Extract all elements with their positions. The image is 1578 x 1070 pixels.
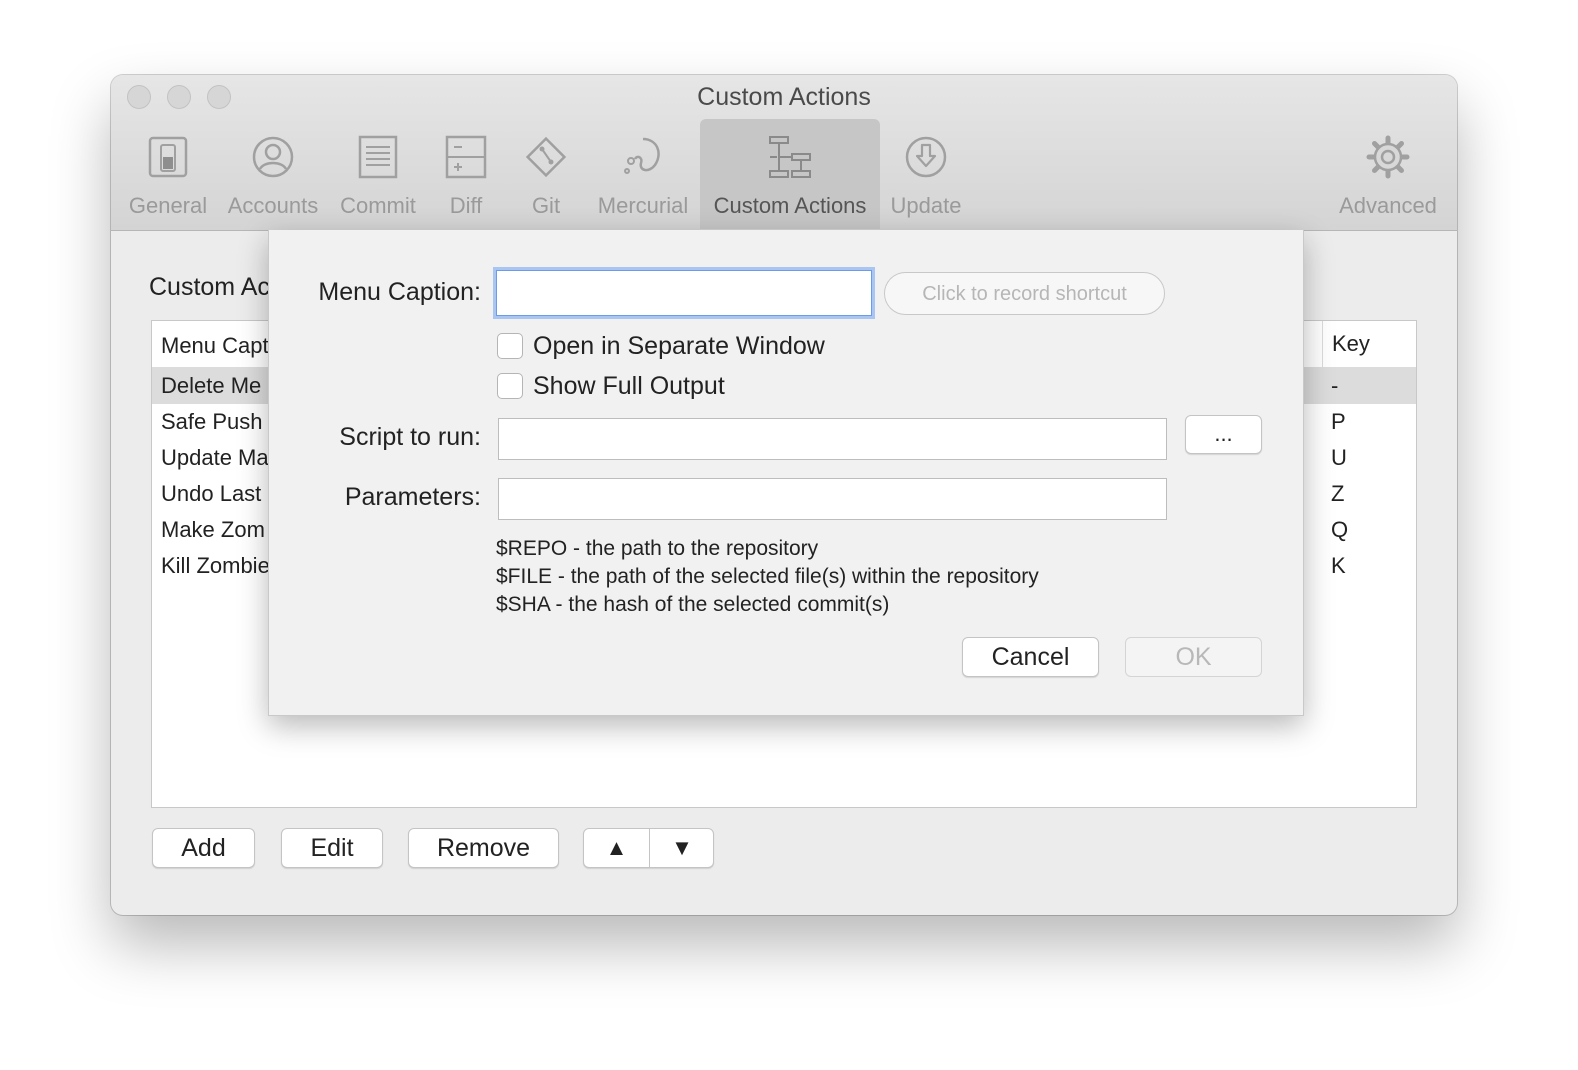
row-key: U bbox=[1331, 445, 1347, 470]
document-icon bbox=[358, 135, 398, 179]
tab-advanced[interactable]: Advanced bbox=[1333, 119, 1443, 229]
edit-button[interactable]: Edit bbox=[281, 828, 383, 868]
record-shortcut-button[interactable]: Click to record shortcut bbox=[884, 272, 1165, 315]
menu-caption-label: Menu Caption: bbox=[318, 278, 481, 306]
row-key: K bbox=[1331, 553, 1346, 578]
tab-accounts[interactable]: Accounts bbox=[223, 119, 323, 229]
cancel-button[interactable]: Cancel bbox=[962, 637, 1099, 677]
reorder-segmented-control: ▲ ▼ bbox=[583, 828, 714, 868]
menu-caption-input[interactable] bbox=[496, 270, 872, 316]
parameters-label: Parameters: bbox=[344, 483, 481, 511]
help-text-file: $FILE - the path of the selected file(s)… bbox=[496, 565, 1039, 588]
gear-icon bbox=[1366, 135, 1410, 179]
git-icon bbox=[525, 136, 567, 178]
move-down-button[interactable]: ▼ bbox=[650, 829, 714, 867]
ok-button[interactable]: OK bbox=[1125, 637, 1262, 677]
section-title: Custom Ac bbox=[149, 273, 270, 301]
tab-commit[interactable]: Commit bbox=[333, 119, 423, 229]
row-key: - bbox=[1331, 373, 1339, 398]
row-caption: Make Zom bbox=[161, 517, 265, 542]
tab-mercurial[interactable]: Mercurial bbox=[591, 119, 695, 229]
help-text-repo: $REPO - the path to the repository bbox=[496, 537, 819, 560]
hierarchy-icon bbox=[769, 136, 811, 178]
column-header-key[interactable]: Key bbox=[1322, 321, 1370, 367]
user-icon bbox=[252, 136, 294, 178]
script-to-run-label: Script to run: bbox=[339, 423, 481, 451]
row-caption: Undo Last bbox=[161, 481, 262, 506]
script-path-input[interactable] bbox=[498, 418, 1167, 460]
open-separate-window-label[interactable]: Open in Separate Window bbox=[533, 332, 825, 361]
row-key: P bbox=[1331, 409, 1346, 434]
toolbar: Custom Actions General Accounts Commit D… bbox=[111, 75, 1457, 231]
diff-icon bbox=[445, 135, 487, 179]
download-icon bbox=[905, 136, 947, 178]
tab-general[interactable]: General bbox=[121, 119, 215, 229]
column-header-menu-caption[interactable]: Menu Capt bbox=[161, 333, 269, 359]
add-button[interactable]: Add bbox=[152, 828, 255, 868]
show-full-output-checkbox[interactable] bbox=[497, 373, 523, 399]
row-key: Z bbox=[1331, 481, 1345, 506]
row-caption: Kill Zombie bbox=[161, 553, 270, 578]
window-title: Custom Actions bbox=[697, 83, 871, 111]
tab-custom-actions[interactable]: Custom Actions bbox=[700, 119, 880, 229]
mercurial-icon bbox=[624, 137, 660, 174]
tab-git[interactable]: Git bbox=[511, 119, 581, 229]
tab-diff[interactable]: Diff bbox=[431, 119, 501, 229]
row-caption: Delete Me bbox=[161, 373, 262, 398]
open-separate-window-checkbox[interactable] bbox=[497, 333, 523, 359]
switch-icon bbox=[148, 136, 188, 178]
tab-update[interactable]: Update bbox=[885, 119, 967, 229]
remove-button[interactable]: Remove bbox=[408, 828, 559, 868]
browse-script-button[interactable]: ... bbox=[1185, 415, 1262, 454]
row-caption: Safe Push bbox=[161, 409, 263, 434]
show-full-output-label[interactable]: Show Full Output bbox=[533, 372, 725, 401]
row-caption: Update Ma bbox=[161, 445, 269, 470]
edit-action-sheet: Menu Caption: Click to record shortcut O… bbox=[268, 230, 1304, 716]
row-key: Q bbox=[1331, 517, 1349, 542]
help-text-sha: $SHA - the hash of the selected commit(s… bbox=[496, 593, 890, 616]
parameters-input[interactable] bbox=[498, 478, 1167, 520]
move-up-button[interactable]: ▲ bbox=[584, 829, 650, 867]
